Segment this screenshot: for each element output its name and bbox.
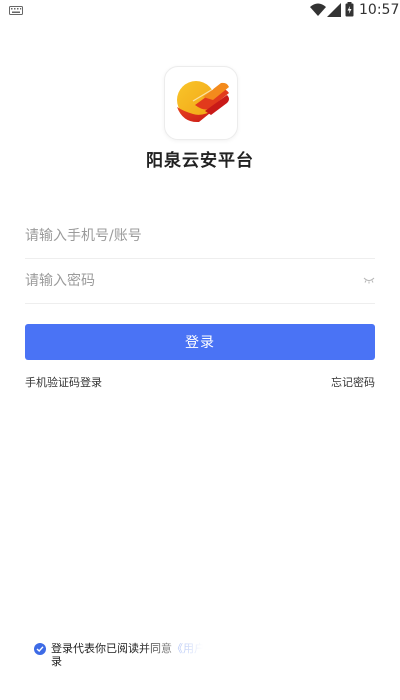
agreement-checkbox[interactable] (34, 643, 46, 655)
account-field (25, 214, 375, 259)
app-title: 阳泉云安平台 (146, 151, 254, 171)
status-bar: 10:57 (0, 0, 400, 22)
app-logo (164, 66, 238, 140)
battery-icon (345, 2, 354, 17)
status-time: 10:57 (359, 2, 400, 18)
password-input[interactable] (25, 259, 345, 303)
check-icon (36, 646, 44, 652)
account-input[interactable] (25, 214, 345, 258)
user-agreement-link[interactable]: 《用户 (172, 642, 205, 655)
agreement-text-line1: 登录代表你已阅读并同意 (51, 642, 172, 655)
login-button[interactable]: 登录 (25, 324, 375, 360)
wifi-icon (310, 3, 326, 16)
sms-login-link[interactable]: 手机验证码登录 (25, 374, 102, 390)
eye-closed-icon[interactable] (363, 275, 375, 285)
app-logo-icon (177, 81, 229, 123)
signal-icon (327, 3, 341, 17)
keyboard-icon (9, 6, 23, 15)
agreement-text-line2: 录 (51, 655, 62, 668)
forgot-password-link[interactable]: 忘记密码 (331, 374, 375, 390)
agreement-text: 登录代表你已阅读并同意《用户录 (51, 642, 211, 668)
password-field (25, 259, 375, 304)
